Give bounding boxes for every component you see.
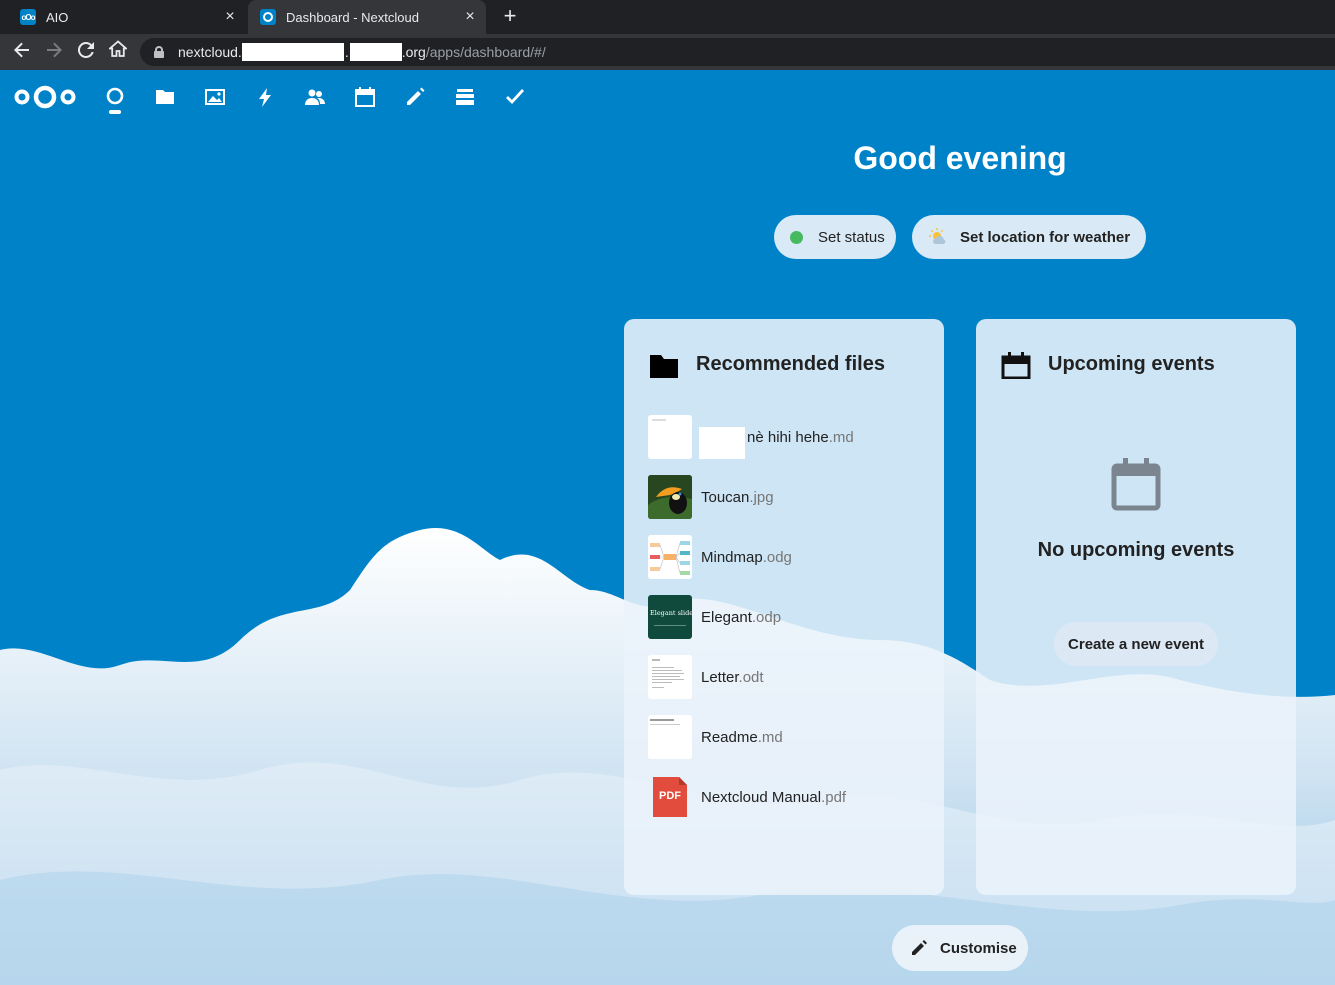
mindmap-thumbnail — [648, 535, 692, 579]
set-status-button[interactable]: Set status — [774, 215, 896, 259]
close-tab-icon[interactable]: × — [220, 8, 240, 26]
folder-icon — [650, 355, 678, 378]
set-weather-location-button[interactable]: Set location for weather — [912, 215, 1146, 259]
lock-icon — [154, 46, 164, 58]
file-extension: .odt — [738, 668, 764, 686]
empty-state-text: No upcoming events — [1037, 539, 1235, 561]
redacted-block — [241, 43, 344, 61]
active-app-indicator — [109, 110, 121, 114]
nextcloud-logo-icon[interactable] — [14, 84, 76, 110]
file-item[interactable]: Elegant slides Elegant.odp — [648, 595, 928, 639]
greeting-heading: Good evening — [853, 140, 1067, 176]
contacts-icon[interactable] — [304, 86, 326, 108]
pencil-icon[interactable] — [404, 86, 426, 108]
file-extension: .md — [828, 428, 854, 446]
file-thumbnail — [648, 415, 692, 459]
image-icon[interactable] — [204, 86, 226, 108]
file-basename: Toucan — [701, 488, 750, 506]
empty-calendar-icon — [1111, 458, 1161, 511]
file-item[interactable]: Mindmap.odg — [648, 535, 928, 579]
file-item[interactable]: PDF Nextcloud Manual.pdf — [648, 775, 928, 819]
home-icon[interactable] — [104, 38, 132, 66]
file-extension: .odp — [751, 608, 782, 626]
reload-icon[interactable] — [72, 38, 100, 66]
create-event-button[interactable]: Create a new event — [1054, 622, 1218, 666]
customise-button[interactable]: Customise — [892, 925, 1028, 971]
file-item[interactable]: Toucan.jpg — [648, 475, 928, 519]
customise-label: Customise — [940, 939, 1017, 957]
checkmark-icon[interactable] — [504, 86, 526, 108]
url-host-suffix: .org — [401, 44, 426, 60]
url-dot: . — [344, 44, 349, 60]
tab-title: AIO — [46, 9, 69, 25]
file-basename: Elegant — [701, 608, 752, 626]
app-header — [0, 70, 1335, 120]
url-path: /apps/dashboard/#/ — [425, 44, 546, 60]
set-weather-label: Set location for weather — [960, 228, 1131, 246]
deck-icon[interactable] — [454, 86, 476, 108]
file-basename: nè hihi hehe — [747, 428, 829, 446]
widget-title: Recommended files — [696, 353, 885, 375]
file-name: Toucan.jpg — [701, 489, 774, 506]
file-basename: Readme — [701, 728, 758, 746]
letter-thumbnail — [648, 655, 692, 699]
calendar-icon — [1001, 352, 1031, 379]
pdf-icon-label: PDF — [659, 790, 681, 802]
browser-tab-aio[interactable]: oOo AIO × — [8, 0, 246, 34]
file-basename: Nextcloud Manual — [701, 788, 822, 806]
forward-arrow-icon[interactable] — [40, 38, 68, 66]
toucan-thumbnail — [648, 475, 692, 519]
tab-title: Dashboard - Nextcloud — [286, 9, 419, 25]
file-extension: .pdf — [821, 788, 847, 806]
file-extension: .md — [757, 728, 783, 746]
lightning-icon[interactable] — [254, 86, 276, 108]
weather-sun-icon — [929, 228, 946, 244]
set-status-label: Set status — [818, 228, 885, 246]
online-status-icon — [790, 230, 803, 244]
file-item[interactable]: Letter.odt — [648, 655, 928, 699]
calendar-icon[interactable] — [354, 86, 376, 108]
back-arrow-icon[interactable] — [8, 38, 36, 66]
readme-thumbnail — [648, 715, 692, 759]
url-host-prefix: nextcloud. — [178, 44, 242, 60]
file-name: Readme.md — [701, 729, 783, 746]
nextcloud-favicon-icon — [260, 9, 276, 25]
browser-tab-dashboard[interactable]: Dashboard - Nextcloud × — [248, 0, 486, 34]
widget-title: Upcoming events — [1048, 353, 1215, 375]
file-name: Letter.odt — [701, 669, 764, 686]
folder-icon[interactable] — [154, 86, 176, 108]
redacted-block — [699, 427, 745, 459]
aio-favicon-icon: oOo — [20, 9, 36, 25]
slides-thumbnail: Elegant slides — [648, 595, 692, 639]
address-bar[interactable]: nextcloud. . .org /apps/dashboard/#/ — [140, 38, 1335, 66]
browser-toolbar: nextcloud. . .org /apps/dashboard/#/ — [0, 34, 1335, 70]
new-tab-button[interactable]: + — [498, 4, 522, 30]
file-name: nè hihi hehe.md — [747, 429, 854, 446]
recommended-files-widget: Recommended files nè hihi hehe.md Toucan… — [624, 319, 944, 895]
file-extension: .odg — [762, 548, 792, 566]
redacted-block — [349, 43, 402, 61]
file-basename: Mindmap — [701, 548, 763, 566]
browser-tab-bar: oOo AIO × Dashboard - Nextcloud × + — [0, 0, 1335, 34]
file-item[interactable]: Readme.md — [648, 715, 928, 759]
file-name: Mindmap.odg — [701, 549, 792, 566]
upcoming-events-widget: Upcoming events No upcoming events Creat… — [976, 319, 1296, 895]
pdf-file-icon: PDF — [648, 775, 692, 819]
pencil-icon — [912, 940, 927, 955]
close-tab-icon[interactable]: × — [460, 8, 480, 26]
dashboard-icon[interactable] — [104, 86, 126, 108]
file-basename: Letter — [701, 668, 739, 686]
file-item[interactable]: nè hihi hehe.md — [648, 415, 928, 459]
file-extension: .jpg — [749, 488, 774, 506]
file-name: Elegant.odp — [701, 609, 781, 626]
slides-thumbnail-text: Elegant slides — [650, 609, 692, 617]
file-name: Nextcloud Manual.pdf — [701, 789, 846, 806]
